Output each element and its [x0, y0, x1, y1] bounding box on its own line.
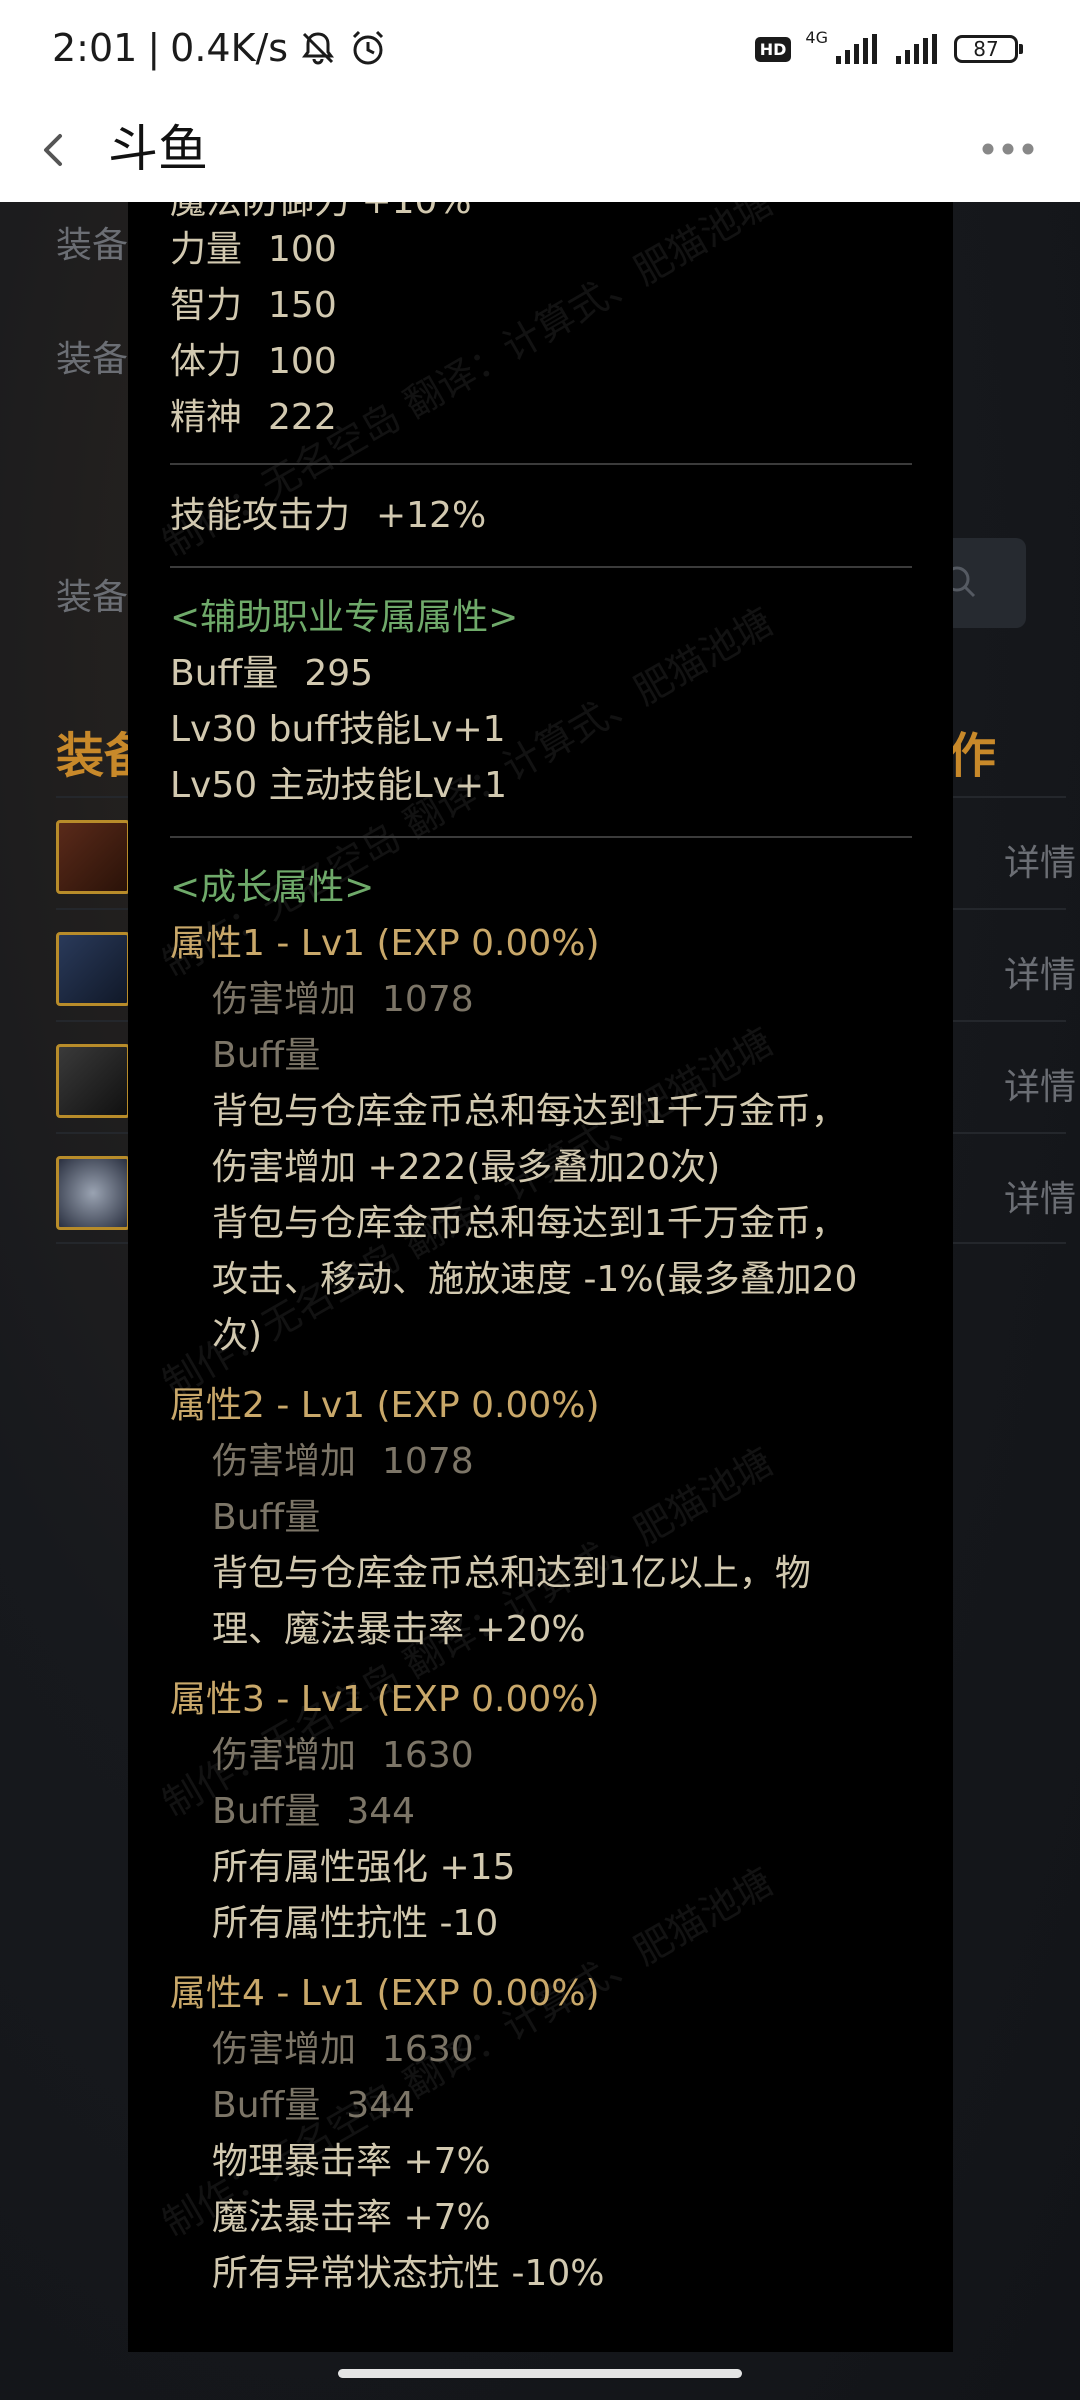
growth-4-effect: 所有异常状态抗性 -10% [212, 2253, 605, 2294]
growth-4-buff: Buff量 344 [212, 2078, 415, 2134]
damage-label: 伤害增加 [212, 1735, 357, 1776]
signal-icon [836, 34, 877, 64]
damage-value: 1630 [382, 2029, 474, 2070]
status-bar: 2:01 | 0.4K/s HD 4G 87 [0, 0, 1080, 96]
growth-2-effect: 背包与仓库金币总和达到1亿以上，物 [212, 1553, 811, 1594]
buff-amount-line: Buff量 295 [170, 646, 373, 702]
battery-level: 87 [973, 37, 999, 61]
growth-1-title: 属性1 - Lv1 (EXP 0.00%) [170, 923, 600, 964]
bg-section-heading-right: 作 [948, 728, 997, 784]
bg-equip-label-2: 装备 [56, 339, 129, 380]
divider [170, 463, 912, 465]
equipment-icon-4[interactable] [56, 1156, 130, 1230]
detail-link-3[interactable]: 详情 [992, 1058, 1080, 1110]
growth-3-effect: 所有属性抗性 -10 [212, 1903, 499, 1944]
item-tooltip: 制作：无名空岛 翻译：计算式、肥猫池塘 制作：无名空岛 翻译：计算式、肥猫池塘 … [128, 202, 953, 2352]
status-left: 2:01 | 0.4K/s [52, 22, 388, 74]
signal-icon-2 [896, 34, 937, 64]
growth-4-title: 属性4 - Lv1 (EXP 0.00%) [170, 1973, 600, 2014]
damage-value: 1078 [382, 979, 474, 1020]
stat-value: 222 [268, 397, 337, 438]
bg-equip-label-3: 装备 [56, 577, 129, 618]
growth-4-damage: 伤害增加 1630 [212, 2022, 474, 2078]
stat-vitality: 体力 100 [170, 334, 337, 390]
bell-off-icon [302, 32, 335, 65]
growth-2-damage: 伤害增加 1078 [212, 1434, 474, 1490]
stat-value: 100 [268, 229, 337, 270]
buff-label: Buff量 [170, 653, 279, 694]
status-separator: | [147, 26, 161, 70]
stat-strength: 力量 100 [170, 222, 337, 278]
stat-value: 100 [268, 341, 337, 382]
damage-value: 1078 [382, 1441, 474, 1482]
divider [170, 566, 912, 568]
buff-label: Buff量 [212, 2085, 321, 2126]
battery-icon: 87 [954, 35, 1023, 63]
growth-1-effect: 次) [212, 1315, 263, 1356]
growth-section-title: <成长属性> [170, 867, 375, 908]
buff-label: Buff量 [212, 1035, 321, 1076]
stat-label: 智力 [170, 285, 243, 326]
damage-value: 1630 [382, 1735, 474, 1776]
buff-label: Buff量 [212, 1791, 321, 1832]
stat-label: 力量 [170, 229, 243, 270]
skill-attack-label: 技能攻击力 [170, 495, 351, 536]
support-line-1: Lv30 buff技能Lv+1 [170, 709, 506, 750]
growth-3-damage: 伤害增加 1630 [212, 1728, 474, 1784]
growth-3-buff: Buff量 344 [212, 1784, 415, 1840]
stat-label: 精神 [170, 397, 243, 438]
damage-label: 伤害增加 [212, 2029, 357, 2070]
bg-equip-label-1: 装备 [56, 225, 129, 266]
stat-spirit: 精神 222 [170, 390, 337, 446]
network-type: 4G [805, 27, 828, 47]
divider [170, 836, 912, 838]
stat-intelligence: 智力 150 [170, 278, 337, 334]
equipment-icon-2[interactable] [56, 932, 130, 1006]
alarm-icon [353, 30, 384, 65]
growth-1-effect: 攻击、移动、施放速度 -1%(最多叠加20 [212, 1259, 858, 1300]
app-header: 斗鱼 [0, 96, 1080, 202]
support-section-title: <辅助职业专属属性> [170, 597, 519, 638]
status-right: HD 4G 87 [754, 26, 1023, 72]
growth-2-buff: Buff量 [212, 1490, 346, 1546]
gesture-nav-bar[interactable] [338, 2369, 742, 2378]
growth-3-effect: 所有属性强化 +15 [212, 1847, 516, 1888]
more-options-button[interactable] [980, 134, 1036, 164]
growth-1-effect: 伤害增加 +222(最多叠加20次) [212, 1147, 721, 1188]
back-button[interactable] [30, 126, 78, 174]
growth-2-title: 属性2 - Lv1 (EXP 0.00%) [170, 1385, 600, 1426]
damage-label: 伤害增加 [212, 979, 357, 1020]
growth-2-effect: 理、魔法暴击率 +20% [212, 1609, 586, 1650]
buff-value: 344 [346, 1791, 416, 1832]
stat-label: 体力 [170, 341, 243, 382]
status-time: 2:01 [52, 26, 138, 70]
growth-4-effect: 物理暴击率 +7% [212, 2141, 491, 2182]
growth-1-effect: 背包与仓库金币总和每达到1千万金币， [212, 1203, 847, 1244]
detail-link-2[interactable]: 详情 [992, 946, 1080, 998]
buff-value: 344 [346, 2085, 416, 2126]
detail-link-4[interactable]: 详情 [992, 1170, 1080, 1222]
growth-1-buff: Buff量 [212, 1028, 346, 1084]
equipment-icon-1[interactable] [56, 820, 130, 894]
hd-badge: HD [754, 36, 792, 62]
growth-1-damage: 伤害增加 1078 [212, 972, 474, 1028]
equipment-icon-3[interactable] [56, 1044, 130, 1118]
buff-value: 295 [304, 653, 374, 694]
buff-label: Buff量 [212, 1497, 321, 1538]
growth-3-title: 属性3 - Lv1 (EXP 0.00%) [170, 1679, 600, 1720]
page-title: 斗鱼 [108, 120, 208, 178]
growth-4-effect: 魔法暴击率 +7% [212, 2197, 491, 2238]
skill-attack-value: +12% [376, 495, 487, 536]
support-line-2: Lv50 主动技能Lv+1 [170, 765, 508, 806]
stat-value: 150 [268, 285, 337, 326]
network-speed: 0.4K/s [170, 26, 289, 70]
damage-label: 伤害增加 [212, 1441, 357, 1482]
detail-link-1[interactable]: 详情 [992, 834, 1080, 886]
skill-attack-line: 技能攻击力 +12% [170, 488, 486, 544]
growth-1-effect: 背包与仓库金币总和每达到1千万金币， [212, 1091, 847, 1132]
